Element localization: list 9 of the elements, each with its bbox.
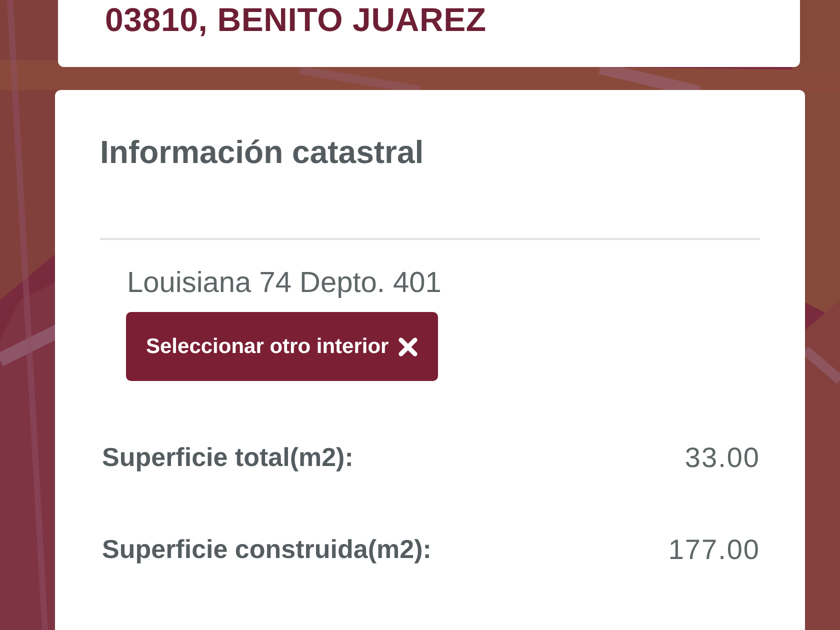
close-icon	[398, 336, 418, 356]
section-title: Información catastral	[100, 133, 425, 171]
address-text: Louisiana 74 Depto. 401	[127, 266, 442, 301]
field-value: 177.00	[668, 534, 760, 565]
location-title: 03810, BENITO JUAREZ	[105, 0, 486, 38]
select-interior-button[interactable]: Seleccionar otro interior	[126, 312, 438, 381]
field-label: Superficie total(m2):	[102, 442, 354, 473]
field-value: 33.00	[684, 442, 760, 473]
field-label: Superficie construida(m2):	[102, 534, 432, 565]
